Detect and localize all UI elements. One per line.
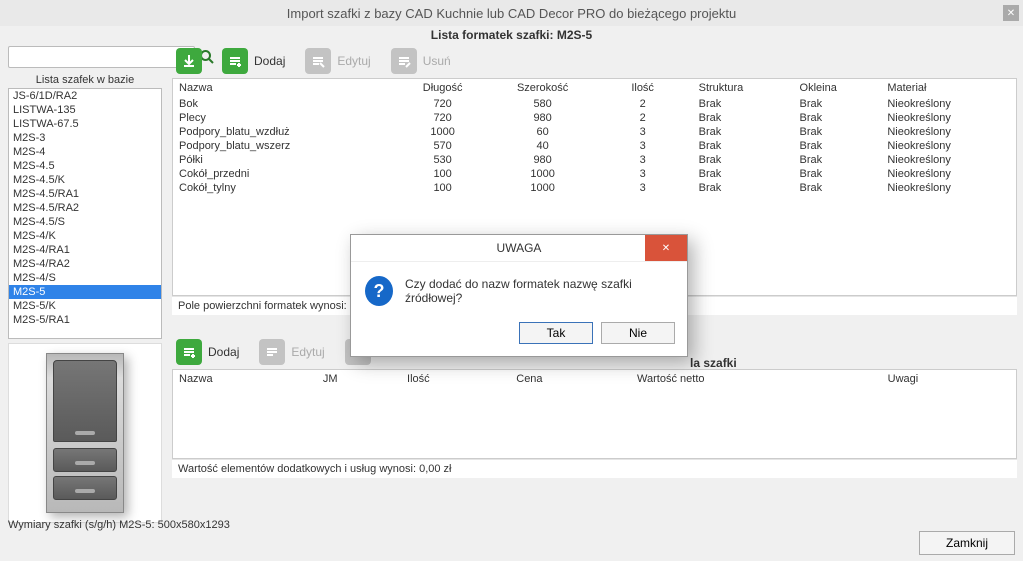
edit-label: Edytuj (337, 54, 370, 68)
col-header[interactable]: Ilość (401, 370, 510, 388)
col-header[interactable]: Ilość (593, 79, 693, 97)
table-row[interactable]: Cokół_przedni10010003BrakBrakNieokreślon… (173, 167, 1016, 181)
table-row[interactable]: Półki5309803BrakBrakNieokreślony (173, 153, 1016, 167)
list-item[interactable]: M2S-4 (9, 145, 161, 159)
section2-title-fragment: la szafki (690, 356, 737, 370)
col-header[interactable]: Szerokość (493, 79, 593, 97)
list-item[interactable]: LISTWA-135 (9, 103, 161, 117)
confirm-dialog: UWAGA ✕ ? Czy dodać do nazw formatek naz… (350, 234, 688, 357)
search-input[interactable] (8, 46, 195, 68)
cabinet-list[interactable]: JS-6/1D/RA2LISTWA-135LISTWA-67.5M2S-3M2S… (8, 88, 162, 339)
edit-label-2: Edytuj (291, 345, 324, 359)
dialog-message: Czy dodać do nazw formatek nazwę szafki … (405, 277, 673, 305)
list-item[interactable]: M2S-3 (9, 131, 161, 145)
dialog-close-icon[interactable]: ✕ (645, 235, 687, 261)
list-item[interactable]: M2S-4.5 (9, 159, 161, 173)
table-row[interactable]: Bok7205802BrakBrakNieokreślony (173, 97, 1016, 111)
list-item[interactable]: M2S-5/RA1 (9, 313, 161, 327)
add-button[interactable]: Dodaj (222, 48, 285, 74)
list-item[interactable]: M2S-5/K (9, 299, 161, 313)
subheader: Lista formatek szafki: M2S-5 (0, 26, 1023, 44)
download-button[interactable] (176, 48, 202, 74)
close-icon[interactable]: ✕ (1003, 5, 1019, 21)
col-header[interactable]: Długość (393, 79, 493, 97)
list-item[interactable]: M2S-4/RA1 (9, 243, 161, 257)
table-row[interactable]: Podpory_blatu_wszerz570403BrakBrakNieokr… (173, 139, 1016, 153)
edit-button-2: Edytuj (259, 339, 324, 365)
col-header[interactable]: Nazwa (173, 370, 317, 388)
remove-button: Usuń (391, 48, 451, 74)
list-item[interactable]: M2S-4/K (9, 229, 161, 243)
extras-table[interactable]: NazwaJMIlośćCenaWartość nettoUwagi (172, 369, 1017, 459)
left-title: Lista szafek w bazie (8, 72, 162, 88)
list-item[interactable]: M2S-4.5/S (9, 215, 161, 229)
list-item[interactable]: LISTWA-67.5 (9, 117, 161, 131)
remove-label: Usuń (423, 54, 451, 68)
list-item[interactable]: M2S-4.5/RA1 (9, 187, 161, 201)
question-icon: ? (365, 276, 393, 306)
col-header[interactable]: Nazwa (173, 79, 393, 97)
list-item[interactable]: M2S-4.5/K (9, 173, 161, 187)
col-header[interactable]: Okleina (794, 79, 882, 97)
window-title: Import szafki z bazy CAD Kuchnie lub CAD… (287, 6, 736, 21)
col-header[interactable]: JM (317, 370, 401, 388)
table-row[interactable]: Plecy7209802BrakBrakNieokreślony (173, 111, 1016, 125)
cabinet-preview (8, 343, 162, 523)
col-header[interactable]: Materiał (881, 79, 1016, 97)
add-button-2[interactable]: Dodaj (176, 339, 239, 365)
dimensions-label: Wymiary szafki (s/g/h) M2S-5: 500x580x12… (8, 519, 230, 531)
list-item[interactable]: JS-6/1D/RA2 (9, 89, 161, 103)
dialog-title: UWAGA (497, 241, 542, 255)
table-row[interactable]: Podpory_blatu_wzdłuż1000603BrakBrakNieok… (173, 125, 1016, 139)
col-header[interactable]: Uwagi (882, 370, 1016, 388)
list-item[interactable]: M2S-4/S (9, 271, 161, 285)
col-header[interactable]: Struktura (693, 79, 794, 97)
edit-button: Edytuj (305, 48, 370, 74)
no-button[interactable]: Nie (601, 322, 675, 344)
yes-button[interactable]: Tak (519, 322, 593, 344)
close-button[interactable]: Zamknij (919, 531, 1015, 555)
list-item[interactable]: M2S-5 (9, 285, 161, 299)
add-label-2: Dodaj (208, 345, 239, 359)
list-item[interactable]: M2S-4/RA2 (9, 257, 161, 271)
table-row[interactable]: Cokół_tylny10010003BrakBrakNieokreślony (173, 181, 1016, 195)
add-label: Dodaj (254, 54, 285, 68)
extras-status: Wartość elementów dodatkowych i usług wy… (172, 459, 1017, 478)
col-header[interactable]: Wartość netto (631, 370, 882, 388)
col-header[interactable]: Cena (510, 370, 631, 388)
list-item[interactable]: M2S-4.5/RA2 (9, 201, 161, 215)
